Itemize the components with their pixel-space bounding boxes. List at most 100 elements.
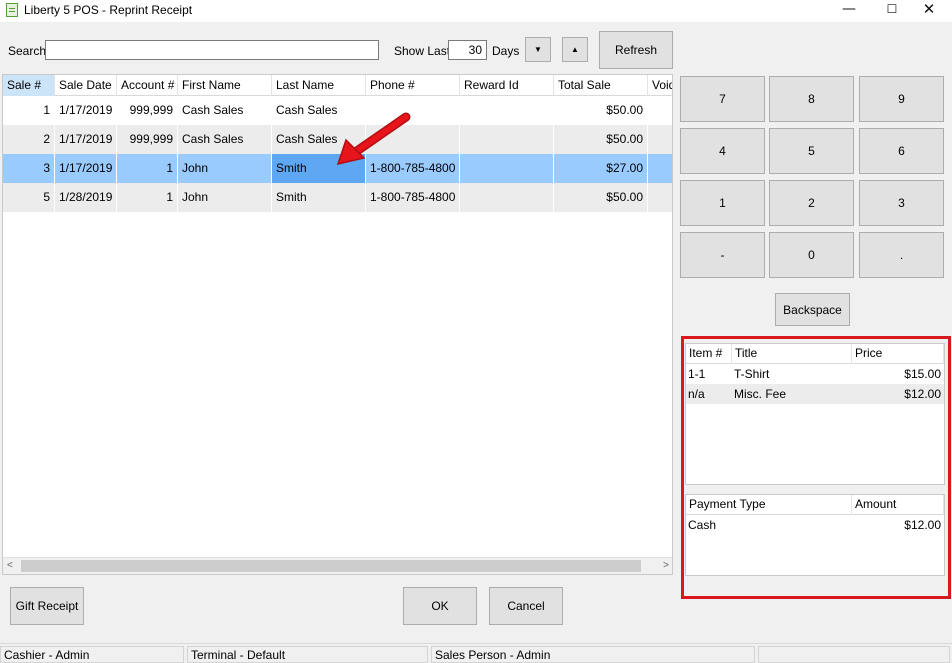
cell-reward-id [460, 125, 554, 154]
cell-account: 1 [117, 154, 178, 183]
col-sale-date[interactable]: Sale Date [55, 75, 117, 96]
key-8[interactable]: 8 [769, 76, 854, 122]
cell-total-sale: $50.00 [554, 183, 648, 212]
cancel-button[interactable]: Cancel [489, 587, 563, 625]
cell-reward-id [460, 96, 554, 125]
chevron-up-icon: ▲ [571, 45, 579, 54]
cell-item-number: n/a [688, 387, 705, 401]
key-9[interactable]: 9 [859, 76, 944, 122]
cell-first-name: Cash Sales [178, 96, 272, 125]
cell-void [648, 96, 672, 125]
cell-total-sale: $50.00 [554, 125, 648, 154]
cell-payment-type: Cash [688, 518, 717, 532]
horizontal-scrollbar[interactable]: < > [3, 557, 672, 574]
scroll-left-icon[interactable]: < [7, 558, 13, 574]
gift-receipt-button[interactable]: Gift Receipt [10, 587, 84, 625]
days-down-button[interactable]: ▼ [525, 37, 551, 62]
status-bar: Cashier - Admin Terminal - Default Sales… [0, 643, 952, 663]
col-payment-type[interactable]: Payment Type [686, 495, 852, 515]
refresh-button[interactable]: Refresh [599, 31, 673, 69]
col-void[interactable]: Void [648, 75, 672, 96]
list-item[interactable]: Cash $12.00 [686, 515, 944, 535]
scrollbar-thumb[interactable] [21, 560, 641, 572]
col-item-number[interactable]: Item # [686, 344, 732, 364]
key-decimal[interactable]: . [859, 232, 944, 278]
col-last-name[interactable]: Last Name [272, 75, 366, 96]
table-row[interactable]: 5 1/28/2019 1 John Smith 1-800-785-4800 … [3, 183, 672, 212]
cell-item-number: 1-1 [688, 367, 706, 381]
list-item[interactable]: n/a Misc. Fee $12.00 [686, 384, 944, 404]
days-up-button[interactable]: ▲ [562, 37, 588, 62]
cell-total-sale: $27.00 [554, 154, 648, 183]
ok-button[interactable]: OK [403, 587, 477, 625]
payment-grid[interactable]: Payment Type Amount Cash $12.00 [685, 494, 945, 576]
key-1[interactable]: 1 [680, 180, 765, 226]
col-account[interactable]: Account # [117, 75, 178, 96]
days-label: Days [492, 44, 520, 58]
key-4[interactable]: 4 [680, 128, 765, 174]
col-phone[interactable]: Phone # [366, 75, 460, 96]
title-bar: Liberty 5 POS - Reprint Receipt — ☐ ✕ [0, 0, 952, 22]
cell-first-name: John [178, 154, 272, 183]
cell-phone: 1-800-785-4800 [366, 183, 460, 212]
show-last-label: Show Last [394, 44, 451, 58]
items-grid-header: Item # Title Price [686, 344, 944, 364]
sales-grid-header: Sale # Sale Date Account # First Name La… [3, 75, 672, 96]
cell-sale-date: 1/17/2019 [55, 154, 117, 183]
key-6[interactable]: 6 [859, 128, 944, 174]
col-title[interactable]: Title [732, 344, 852, 364]
key-5[interactable]: 5 [769, 128, 854, 174]
cell-account: 999,999 [117, 96, 178, 125]
cell-sale-date: 1/17/2019 [55, 125, 117, 154]
cell-price: $15.00 [904, 367, 941, 381]
col-sale-number[interactable]: Sale # [3, 75, 55, 96]
cell-price: $12.00 [904, 387, 941, 401]
cell-void [648, 183, 672, 212]
items-grid[interactable]: Item # Title Price 1-1 T-Shirt $15.00 n/… [685, 343, 945, 485]
status-terminal: Terminal - Default [187, 646, 428, 663]
search-label: Search [8, 44, 47, 58]
scroll-right-icon[interactable]: > [663, 558, 669, 574]
cell-first-name: John [178, 183, 272, 212]
cell-sale-date: 1/17/2019 [55, 96, 117, 125]
cell-total-sale: $50.00 [554, 96, 648, 125]
col-price[interactable]: Price [852, 344, 944, 364]
window-title: Liberty 5 POS - Reprint Receipt [24, 3, 193, 17]
cell-void [648, 154, 672, 183]
cell-account: 1 [117, 183, 178, 212]
payment-grid-header: Payment Type Amount [686, 495, 944, 515]
cell-sale-date: 1/28/2019 [55, 183, 117, 212]
col-reward-id[interactable]: Reward Id [460, 75, 554, 96]
cell-reward-id [460, 154, 554, 183]
key-minus[interactable]: - [680, 232, 765, 278]
cell-void [648, 125, 672, 154]
col-total-sale[interactable]: Total Sale [554, 75, 648, 96]
days-input[interactable]: 30 [448, 40, 487, 60]
cell-amount: $12.00 [904, 518, 941, 532]
cell-last-name: Smith [272, 183, 366, 212]
key-7[interactable]: 7 [680, 76, 765, 122]
annotation-arrow-icon [336, 112, 411, 166]
cell-account: 999,999 [117, 125, 178, 154]
cell-sale-number: 2 [3, 125, 55, 154]
list-item[interactable]: 1-1 T-Shirt $15.00 [686, 364, 944, 384]
cell-sale-number: 1 [3, 96, 55, 125]
cell-sale-number: 5 [3, 183, 55, 212]
search-input[interactable] [45, 40, 379, 60]
cell-title: Misc. Fee [734, 387, 787, 401]
cell-reward-id [460, 183, 554, 212]
app-icon [6, 3, 18, 17]
close-button[interactable]: ✕ [906, 0, 952, 22]
chevron-down-icon: ▼ [534, 45, 542, 54]
key-2[interactable]: 2 [769, 180, 854, 226]
minimize-button[interactable]: — [826, 0, 872, 22]
cell-title: T-Shirt [734, 367, 770, 381]
col-amount[interactable]: Amount [852, 495, 944, 515]
status-cashier: Cashier - Admin [0, 646, 184, 663]
cell-sale-number: 3 [3, 154, 55, 183]
col-first-name[interactable]: First Name [178, 75, 272, 96]
cell-first-name: Cash Sales [178, 125, 272, 154]
key-3[interactable]: 3 [859, 180, 944, 226]
backspace-button[interactable]: Backspace [775, 293, 850, 326]
key-0[interactable]: 0 [769, 232, 854, 278]
